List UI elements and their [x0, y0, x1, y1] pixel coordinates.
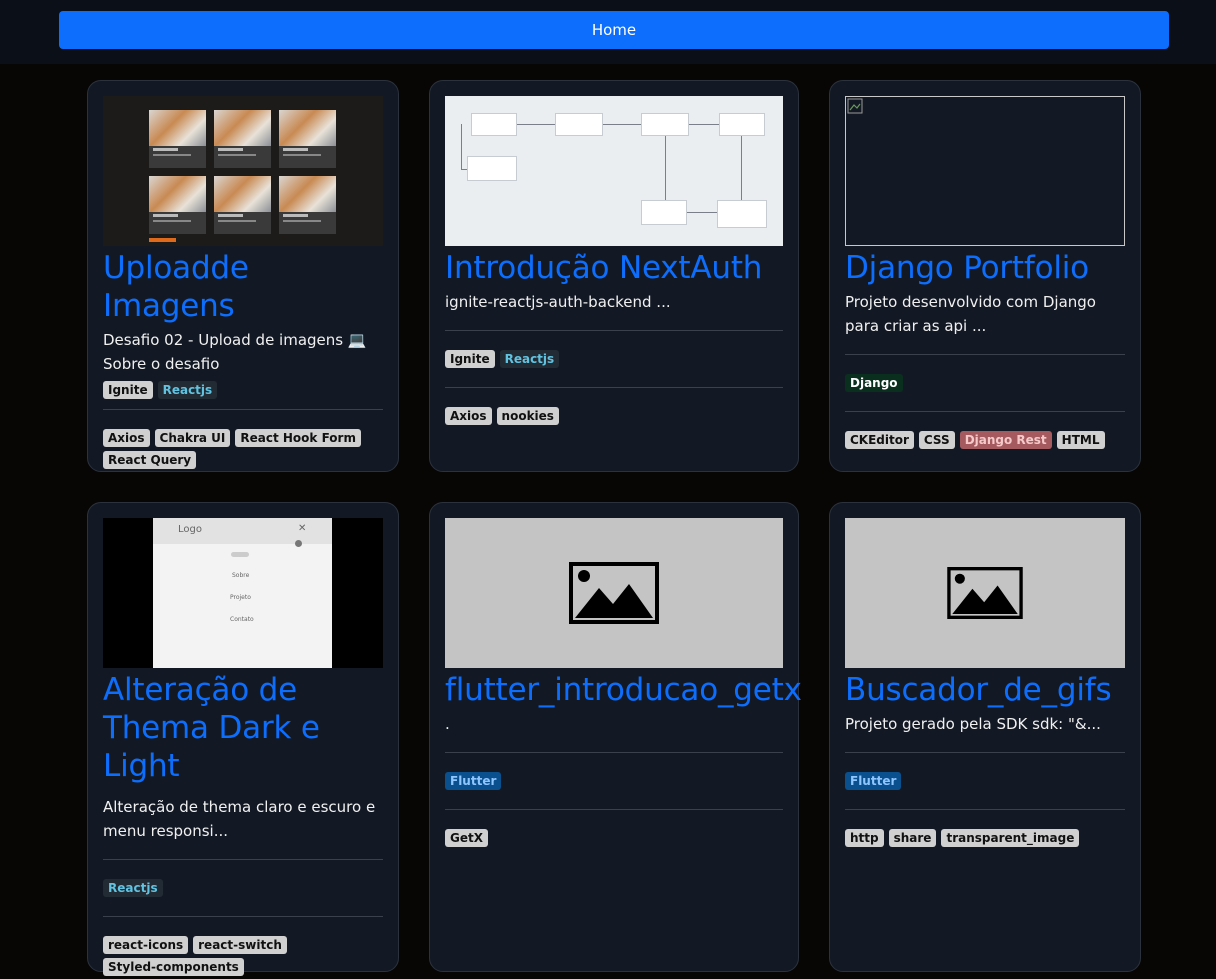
divider	[445, 809, 783, 810]
project-card: Uploadde Imagens Desafio 02 - Upload de …	[87, 80, 399, 472]
divider	[103, 859, 383, 860]
technology-tags: react-icons react-switch Styled-componen…	[103, 936, 383, 976]
tag-ckeditor: CKEditor	[845, 431, 914, 449]
placeholder-thumbnail[interactable]	[845, 518, 1125, 668]
tag-react-switch: react-switch	[193, 936, 287, 954]
category-tags: Ignite Reactjs	[103, 381, 383, 399]
tag-flutter: Flutter	[445, 772, 502, 790]
divider	[445, 387, 783, 388]
image-placeholder-icon	[569, 562, 659, 624]
project-description: Desafio 02 - Upload de imagens 💻 Sobre o…	[103, 331, 367, 373]
tag-react-hook-form: React Hook Form	[235, 429, 361, 447]
project-title[interactable]: Django Portfolio	[845, 249, 1125, 287]
tag-getx: GetX	[445, 829, 488, 847]
home-button[interactable]: Home	[59, 11, 1169, 49]
tag-styled-components: Styled-components	[103, 958, 244, 976]
tag-nookies: nookies	[496, 407, 559, 425]
tag-html: HTML	[1056, 431, 1105, 449]
project-thumbnail[interactable]	[445, 96, 783, 246]
divider	[845, 809, 1125, 810]
technology-tags: http share transparent_image	[845, 829, 1125, 847]
menu-item: Sobre	[232, 572, 250, 579]
tag-reactjs: Reactjs	[157, 381, 218, 399]
tag-reactjs: Reactjs	[499, 350, 560, 368]
tag-axios: Axios	[103, 429, 150, 447]
menu-item: Contato	[230, 616, 254, 623]
tag-axios: Axios	[445, 407, 492, 425]
project-title[interactable]: Alteração de Thema Dark e Light	[103, 671, 383, 785]
project-description: ignite-reactjs-auth-backend ...	[445, 293, 671, 311]
project-description: Alteração de thema claro e escuro e menu…	[103, 798, 376, 840]
technology-tags: Axios Chakra UI React Hook Form React Qu…	[103, 429, 383, 469]
divider	[103, 916, 383, 917]
top-navbar: Home	[0, 0, 1216, 64]
project-description: Projeto desenvolvido com Django para cri…	[845, 293, 1096, 335]
divider	[845, 411, 1125, 412]
category-tags: Flutter	[845, 772, 1125, 790]
category-tags: Ignite Reactjs	[445, 350, 783, 368]
category-tags: Flutter	[445, 772, 783, 790]
image-placeholder-icon	[947, 567, 1023, 619]
project-title[interactable]: flutter_introducao_getx	[445, 671, 802, 709]
technology-tags: CKEditor CSS Django Rest HTML	[845, 431, 1125, 449]
divider	[845, 354, 1125, 355]
divider	[445, 752, 783, 753]
menu-item: Projeto	[230, 594, 251, 601]
tag-chakra-ui: Chakra UI	[154, 429, 231, 447]
tag-share: share	[888, 829, 937, 847]
project-title[interactable]: Introdução NextAuth	[445, 249, 783, 287]
menu-logo-text: Logo	[178, 524, 202, 535]
close-icon: ✕	[298, 523, 307, 534]
project-card: Introdução NextAuth ignite-reactjs-auth-…	[429, 80, 799, 472]
tag-django: Django	[845, 374, 903, 392]
broken-image-thumbnail[interactable]	[845, 96, 1125, 246]
project-description: Projeto gerado pela SDK sdk: "&...	[845, 715, 1101, 733]
project-description: .	[445, 715, 450, 733]
tag-transparent-image: transparent_image	[941, 829, 1080, 847]
category-tags: Django	[845, 374, 1125, 392]
divider	[445, 330, 783, 331]
tag-http: http	[845, 829, 884, 847]
project-card: Django Portfolio Projeto desenvolvido co…	[829, 80, 1141, 472]
tag-flutter: Flutter	[845, 772, 902, 790]
project-title[interactable]: Buscador_de_gifs	[845, 671, 1125, 709]
tag-ignite: Ignite	[445, 350, 495, 368]
project-card: Buscador_de_gifs Projeto gerado pela SDK…	[829, 502, 1141, 972]
project-card: flutter_introducao_getx . Flutter GetX	[429, 502, 802, 972]
tag-reactjs: Reactjs	[103, 879, 163, 897]
divider	[103, 409, 383, 410]
technology-tags: Axios nookies	[445, 407, 783, 425]
tag-ignite: Ignite	[103, 381, 153, 399]
divider	[845, 752, 1125, 753]
project-title[interactable]: Uploadde Imagens	[103, 249, 383, 325]
tag-django-rest: Django Rest	[959, 431, 1052, 449]
broken-image-icon	[847, 98, 863, 114]
project-thumbnail[interactable]: Logo ✕ Sobre Projeto Contato	[103, 518, 383, 668]
technology-tags: GetX	[445, 829, 783, 847]
project-thumbnail[interactable]	[103, 96, 383, 246]
placeholder-thumbnail[interactable]	[445, 518, 783, 668]
tag-react-query: React Query	[103, 451, 197, 469]
tag-react-icons: react-icons	[103, 936, 189, 954]
project-card: Logo ✕ Sobre Projeto Contato Alteração d…	[87, 502, 399, 976]
category-tags: Reactjs	[103, 879, 383, 897]
tag-css: CSS	[918, 431, 955, 449]
